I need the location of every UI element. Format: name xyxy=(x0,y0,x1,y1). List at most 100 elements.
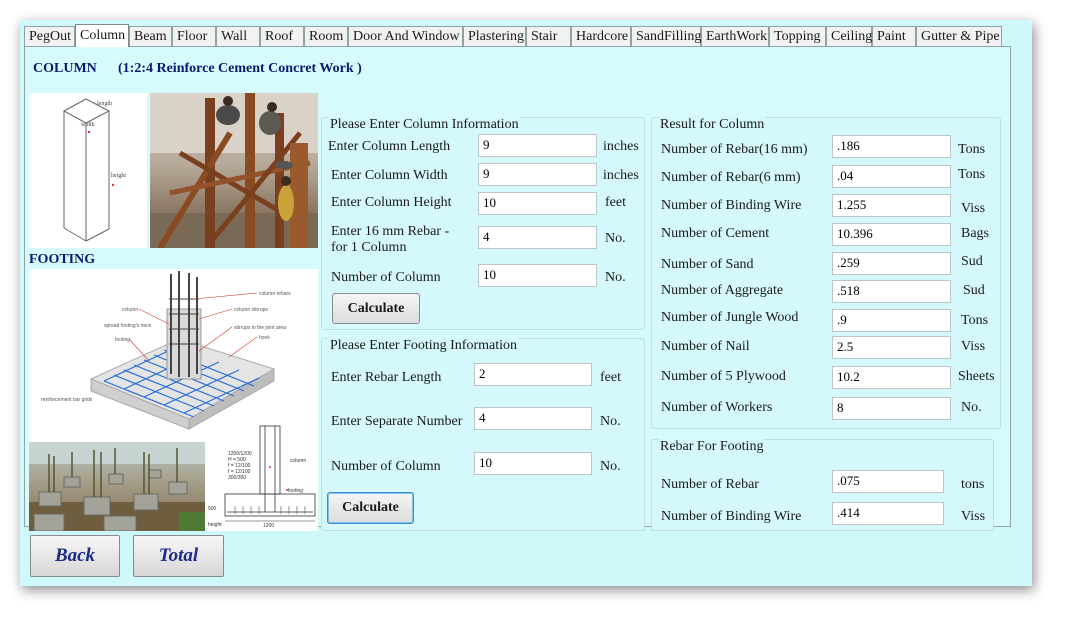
column-width-input[interactable]: 9 xyxy=(478,163,597,186)
column-info-group: Please Enter Column Information Enter Co… xyxy=(321,117,645,330)
tab-bar: PegOut Column Beam Floor Wall Roof Room … xyxy=(24,24,1002,47)
result-sand-label: Number of Sand xyxy=(661,257,754,272)
rebar-per-column-label: Enter 16 mm Rebar - xyxy=(331,224,450,239)
tab-topping[interactable]: Topping xyxy=(769,26,826,46)
rebar-per-column-input[interactable]: 4 xyxy=(478,226,597,249)
tab-floor[interactable]: Floor xyxy=(172,26,216,46)
footing-label-footing: footing xyxy=(115,337,130,343)
number-of-column-input[interactable]: 10 xyxy=(478,264,597,287)
rebar-footing-group: Rebar For Footing Number of Rebar .075 t… xyxy=(651,439,994,531)
calculate-footing-button[interactable]: Calculate xyxy=(327,492,414,524)
section-label-height: height xyxy=(208,522,222,528)
tab-earthwork[interactable]: EarthWork xyxy=(701,26,769,46)
length-label: length xyxy=(97,101,112,107)
page-subtitle: (1:2:4 Reinforce Cement Concret Work ) xyxy=(118,61,362,76)
footing-column-count-unit: No. xyxy=(600,459,621,474)
result-sand-value[interactable]: .259 xyxy=(832,252,951,275)
result-rebar16-value[interactable]: .186 xyxy=(832,135,951,158)
footing-rebar-unit: tons xyxy=(961,477,985,492)
result-aggregate-label: Number of Aggregate xyxy=(661,283,784,298)
tab-room[interactable]: Room xyxy=(304,26,348,46)
width-label: width xyxy=(81,122,95,128)
result-cement-value[interactable]: 10.396 xyxy=(832,223,951,246)
tab-wall[interactable]: Wall xyxy=(216,26,260,46)
total-button[interactable]: Total xyxy=(133,535,224,577)
result-rebar16-unit: Tons xyxy=(958,142,986,157)
tab-ceiling[interactable]: Ceiling xyxy=(826,26,872,46)
tab-stair[interactable]: Stair xyxy=(526,26,571,46)
column-height-input[interactable]: 10 xyxy=(478,192,597,215)
result-rebar6-value[interactable]: .04 xyxy=(832,165,951,188)
separate-number-label: Enter Separate Number xyxy=(331,414,463,429)
separate-number-input[interactable]: 4 xyxy=(474,407,592,430)
column-length-unit: inches xyxy=(603,139,639,154)
column-diagram-image: length width height xyxy=(29,93,147,248)
result-plywood-unit: Sheets xyxy=(958,369,995,384)
column-length-label: Enter Column Length xyxy=(328,139,451,154)
calculate-column-button[interactable]: Calculate xyxy=(332,293,420,324)
tab-column[interactable]: Column xyxy=(75,24,129,47)
app-window: PegOut Column Beam Floor Wall Roof Room … xyxy=(20,20,1032,586)
footing-label-column: column xyxy=(122,307,138,313)
tab-door-and-window[interactable]: Door And Window xyxy=(348,26,463,46)
footing-rebar-value[interactable]: .075 xyxy=(832,470,944,493)
tab-plastering[interactable]: Plastering xyxy=(463,26,526,46)
result-binding-wire-value[interactable]: 1.255 xyxy=(832,194,951,217)
column-width-label: Enter Column Width xyxy=(331,168,448,183)
column-info-title: Please Enter Column Information xyxy=(328,117,521,133)
column-width-unit: inches xyxy=(603,168,639,183)
result-workers-value[interactable]: 8 xyxy=(832,397,951,420)
result-plywood-value[interactable]: 10.2 xyxy=(832,366,951,389)
rebar-per-column-unit: No. xyxy=(605,231,626,246)
separate-number-unit: No. xyxy=(600,414,621,429)
footing-column-count-input[interactable]: 10 xyxy=(474,452,592,475)
tab-hardcore[interactable]: Hardcore xyxy=(571,26,631,46)
footing-info-title: Please Enter Footing Information xyxy=(328,338,520,354)
footing-label-neck: spread footing's neck xyxy=(104,323,152,329)
tab-gutter-and-pipe[interactable]: Gutter & Pipe xyxy=(916,26,1002,46)
back-button[interactable]: Back xyxy=(30,535,120,577)
result-nail-value[interactable]: 2.5 xyxy=(832,336,951,359)
result-nail-label: Number of Nail xyxy=(661,339,750,354)
tab-sandfilling[interactable]: SandFilling xyxy=(631,26,701,46)
section-label-300: 300/300 xyxy=(228,475,246,481)
result-rebar6-unit: Tons xyxy=(958,167,986,182)
result-workers-unit: No. xyxy=(961,400,982,415)
result-jungle-wood-label: Number of Jungle Wood xyxy=(661,310,799,325)
tab-roof[interactable]: Roof xyxy=(260,26,304,46)
footing-label-joint-stirrups: stirrups in the joint area xyxy=(234,325,286,331)
result-column-group: Result for Column Number of Rebar(16 mm)… xyxy=(651,117,1001,429)
footing-label-column-rebars: column rebars xyxy=(259,291,291,297)
footing-binding-wire-value[interactable]: .414 xyxy=(832,502,944,525)
result-aggregate-unit: Sud xyxy=(963,283,985,298)
result-jungle-wood-value[interactable]: .9 xyxy=(832,309,951,332)
footing-diagram-image: column rebars column column stirrups spr… xyxy=(29,269,318,442)
page-title: COLUMN xyxy=(33,61,97,76)
column-height-unit: feet xyxy=(605,195,626,210)
result-binding-wire-unit: Viss xyxy=(961,201,986,216)
rebar-footing-title: Rebar For Footing xyxy=(658,439,766,455)
column-construction-photo xyxy=(150,93,318,248)
rebar-length-label: Enter Rebar Length xyxy=(331,370,442,385)
tab-paint[interactable]: Paint xyxy=(872,26,916,46)
number-of-column-label: Number of Column xyxy=(331,270,441,285)
rebar-length-input[interactable]: 2 xyxy=(474,363,592,386)
section-label-500: 500 xyxy=(208,506,217,512)
footing-rebar-label: Number of Rebar xyxy=(661,477,759,492)
footing-label-hook: hook xyxy=(259,335,270,341)
result-aggregate-value[interactable]: .518 xyxy=(832,280,951,303)
footing-binding-wire-unit: Viss xyxy=(961,509,986,524)
number-of-column-unit: No. xyxy=(605,270,626,285)
footing-site-photo xyxy=(29,442,205,531)
tab-pegout[interactable]: PegOut xyxy=(24,26,75,46)
column-tab-panel: COLUMN (1:2:4 Reinforce Cement Concret W… xyxy=(24,46,1011,531)
result-jungle-wood-unit: Tons xyxy=(961,313,989,328)
rebar-per-column-label-line2: for 1 Column xyxy=(331,240,407,255)
column-length-input[interactable]: 9 xyxy=(478,134,597,157)
result-plywood-label: Number of 5 Plywood xyxy=(661,369,786,384)
tab-beam[interactable]: Beam xyxy=(129,26,172,46)
footing-section-drawing: 1200/1200 H = 500 f = 12/100 f = 12/100 … xyxy=(205,422,318,531)
result-nail-unit: Viss xyxy=(961,339,986,354)
height-label: height xyxy=(111,173,126,179)
footing-info-group: Please Enter Footing Information Enter R… xyxy=(321,338,645,531)
